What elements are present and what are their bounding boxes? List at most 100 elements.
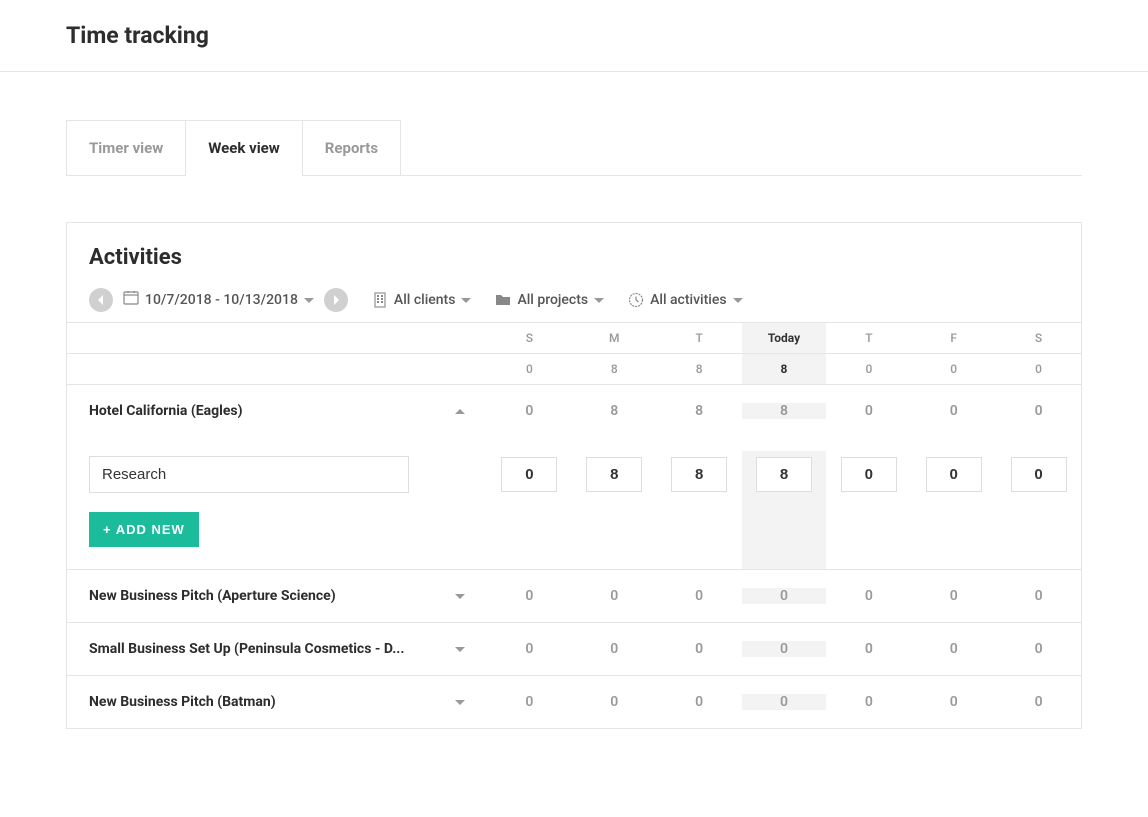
proj2-thu: 0 xyxy=(826,641,911,657)
total-sun: 0 xyxy=(487,354,572,384)
date-range-picker[interactable]: 10/7/2018 - 10/13/2018 xyxy=(123,290,314,310)
tab-reports[interactable]: Reports xyxy=(302,120,401,175)
total-sat: 0 xyxy=(996,354,1081,384)
total-fri: 0 xyxy=(911,354,996,384)
hour-input-sun[interactable] xyxy=(501,457,557,492)
clock-icon xyxy=(628,292,644,308)
tabs: Timer view Week view Reports xyxy=(66,120,1082,176)
proj0-sun: 0 xyxy=(487,403,572,419)
projects-filter-label: All projects xyxy=(517,292,588,308)
collapse-icon xyxy=(455,409,465,414)
chevron-down-icon xyxy=(304,298,314,303)
days-header-row: S M T Today T F S xyxy=(67,322,1081,353)
proj3-fri: 0 xyxy=(911,694,996,710)
proj0-sat: 0 xyxy=(996,403,1081,419)
project-name: Small Business Set Up (Peninsula Cosmeti… xyxy=(89,641,447,657)
hour-input-fri[interactable] xyxy=(926,457,982,492)
empty-cell xyxy=(67,361,487,377)
activities-panel: Activities 10/7/2018 - 10/13/2018 xyxy=(66,222,1082,729)
clients-filter-label: All clients xyxy=(394,292,456,308)
proj1-fri: 0 xyxy=(911,588,996,604)
proj1-sun: 0 xyxy=(487,588,572,604)
project-row-batman: New Business Pitch (Batman) 0 0 0 0 0 0 … xyxy=(67,675,1081,728)
totals-row: 0 8 8 8 0 0 0 xyxy=(67,353,1081,384)
expand-icon xyxy=(455,700,465,705)
expand-icon xyxy=(455,647,465,652)
proj0-tue: 8 xyxy=(657,403,742,419)
hour-input-today[interactable] xyxy=(756,457,812,492)
proj0-today: 8 xyxy=(742,403,827,419)
panel-title: Activities xyxy=(89,245,1059,270)
day-col-thu: T xyxy=(826,323,911,353)
clients-filter[interactable]: All clients xyxy=(372,292,472,308)
project-label[interactable]: Small Business Set Up (Peninsula Cosmeti… xyxy=(67,623,487,675)
project-label[interactable]: New Business Pitch (Batman) xyxy=(67,676,487,728)
hour-input-tue[interactable] xyxy=(671,457,727,492)
day-col-sun: S xyxy=(487,323,572,353)
hour-input-thu[interactable] xyxy=(841,457,897,492)
calendar-icon xyxy=(123,290,139,310)
project-row-hotel-california: Hotel California (Eagles) 0 8 8 8 0 0 0 xyxy=(67,384,1081,437)
day-col-today: Today xyxy=(742,323,827,353)
toolbar: 10/7/2018 - 10/13/2018 All clients All p… xyxy=(89,288,1059,312)
proj2-sat: 0 xyxy=(996,641,1081,657)
day-col-fri: F xyxy=(911,323,996,353)
tab-timer-view[interactable]: Timer view xyxy=(66,120,186,175)
chevron-left-icon xyxy=(96,295,106,305)
proj2-today: 0 xyxy=(742,641,827,657)
day-col-tue: T xyxy=(657,323,742,353)
folder-icon xyxy=(495,292,511,308)
next-week-button[interactable] xyxy=(324,288,348,312)
project-row-aperture: New Business Pitch (Aperture Science) 0 … xyxy=(67,569,1081,622)
panel-header: Activities 10/7/2018 - 10/13/2018 xyxy=(67,223,1081,322)
building-icon xyxy=(372,292,388,308)
proj1-sat: 0 xyxy=(996,588,1081,604)
total-mon: 8 xyxy=(572,354,657,384)
activity-name-input[interactable] xyxy=(89,456,409,493)
activities-filter-label: All activities xyxy=(650,292,726,308)
activities-filter[interactable]: All activities xyxy=(628,292,742,308)
proj1-tue: 0 xyxy=(657,588,742,604)
proj2-sun: 0 xyxy=(487,641,572,657)
add-new-row: + ADD NEW xyxy=(67,498,1081,569)
proj3-mon: 0 xyxy=(572,694,657,710)
proj1-thu: 0 xyxy=(826,588,911,604)
chevron-right-icon xyxy=(331,295,341,305)
project-name: Hotel California (Eagles) xyxy=(89,403,447,419)
proj3-today: 0 xyxy=(742,694,827,710)
tab-week-view[interactable]: Week view xyxy=(185,120,303,175)
chevron-down-icon xyxy=(461,298,471,303)
project-name: New Business Pitch (Batman) xyxy=(89,694,447,710)
proj3-sat: 0 xyxy=(996,694,1081,710)
hour-input-mon[interactable] xyxy=(586,457,642,492)
prev-week-button[interactable] xyxy=(89,288,113,312)
project-name: New Business Pitch (Aperture Science) xyxy=(89,588,447,604)
main-container: Timer view Week view Reports Activities … xyxy=(0,72,1148,729)
proj1-today: 0 xyxy=(742,588,827,604)
project-row-peninsula: Small Business Set Up (Peninsula Cosmeti… xyxy=(67,622,1081,675)
day-col-mon: M xyxy=(572,323,657,353)
proj3-sun: 0 xyxy=(487,694,572,710)
proj0-fri: 0 xyxy=(911,403,996,419)
projects-filter[interactable]: All projects xyxy=(495,292,604,308)
proj0-mon: 8 xyxy=(572,403,657,419)
total-tue: 8 xyxy=(657,354,742,384)
proj3-thu: 0 xyxy=(826,694,911,710)
total-today: 8 xyxy=(742,354,827,384)
add-new-button[interactable]: + ADD NEW xyxy=(89,512,199,547)
total-thu: 0 xyxy=(826,354,911,384)
chevron-down-icon xyxy=(733,298,743,303)
proj2-tue: 0 xyxy=(657,641,742,657)
hour-input-sat[interactable] xyxy=(1011,457,1067,492)
proj3-tue: 0 xyxy=(657,694,742,710)
expand-icon xyxy=(455,594,465,599)
proj2-fri: 0 xyxy=(911,641,996,657)
day-col-sat: S xyxy=(996,323,1081,353)
project-label[interactable]: New Business Pitch (Aperture Science) xyxy=(67,570,487,622)
chevron-down-icon xyxy=(594,298,604,303)
project-label[interactable]: Hotel California (Eagles) xyxy=(67,385,487,437)
empty-cell xyxy=(67,330,487,346)
proj2-mon: 0 xyxy=(572,641,657,657)
proj0-thu: 0 xyxy=(826,403,911,419)
proj1-mon: 0 xyxy=(572,588,657,604)
